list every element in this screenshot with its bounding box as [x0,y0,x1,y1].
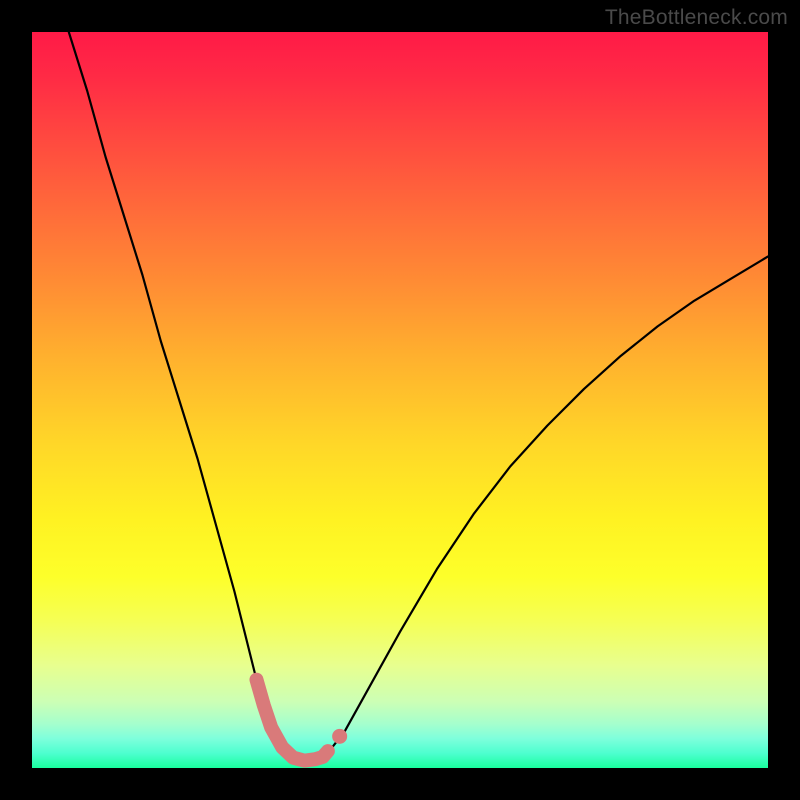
highlight-segment [256,680,327,761]
plot-area [32,32,768,768]
chart-frame: TheBottleneck.com [0,0,800,800]
highlight-point-icon [332,729,347,744]
curve-layer [32,32,768,768]
watermark-text: TheBottleneck.com [605,6,788,30]
bottleneck-curve [69,32,768,761]
